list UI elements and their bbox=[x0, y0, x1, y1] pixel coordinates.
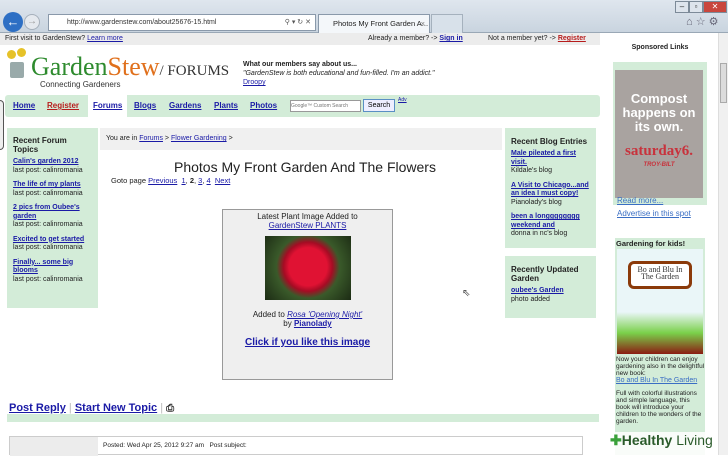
logo[interactable]: GardenStew/ FORUMS bbox=[31, 52, 229, 82]
start-new-topic-button[interactable]: Start New Topic bbox=[75, 402, 157, 414]
sign-in-link[interactable]: Sign in bbox=[439, 35, 462, 42]
nav-photos[interactable]: Photos bbox=[250, 101, 277, 110]
vertical-scrollbar[interactable] bbox=[718, 33, 728, 455]
book-link[interactable]: Bo and Blu In The Garden bbox=[615, 377, 705, 384]
pagination: Goto page Previous 1, 2, 3, 4 Next bbox=[111, 176, 231, 185]
list-item[interactable]: Calin's garden 2012 last post: calinroman… bbox=[13, 158, 92, 175]
post-actions: Post Reply | Start New Topic | ⎙ bbox=[9, 402, 175, 414]
new-tab-button[interactable] bbox=[431, 14, 463, 33]
testimonial: What our members say about us... "Garden… bbox=[243, 61, 435, 86]
main-nav: Home Register Forums Blogs Gardens Plant… bbox=[5, 95, 600, 117]
nav-home[interactable]: Home bbox=[13, 101, 35, 110]
list-item[interactable]: A Visit to Chicago...and an idea I must … bbox=[511, 182, 590, 208]
post-reply-button[interactable]: Post Reply bbox=[9, 402, 66, 414]
breadcrumb-forums[interactable]: Forums bbox=[139, 135, 163, 142]
kids-book-ad: Gardening for kids! Bo and Blu In The Ga… bbox=[615, 238, 705, 455]
maximize-icon[interactable]: ▫ bbox=[689, 1, 703, 13]
sponsored-ad[interactable]: Compost happens on its own. saturday6. T… bbox=[613, 62, 707, 205]
sponsored-title: Sponsored Links bbox=[631, 44, 689, 51]
breadcrumb: You are in Forums > Flower Gardening > bbox=[100, 128, 502, 150]
list-item[interactable]: Male pileated a first visit. Kildale's bl… bbox=[511, 150, 590, 176]
recently-updated-garden: Recently Updated Garden oubee's Garden ph… bbox=[505, 256, 596, 318]
minimize-icon[interactable]: – bbox=[675, 1, 689, 13]
browser-tab[interactable]: Photos My Front Garden A... × bbox=[318, 14, 430, 33]
book-cover-image[interactable]: Bo and Blu In The Garden bbox=[617, 249, 703, 354]
top-bar: First visit to GardenStew? Learn more Al… bbox=[0, 33, 600, 45]
list-item[interactable]: oubee's Garden photo added bbox=[511, 287, 590, 304]
search-input[interactable] bbox=[290, 100, 361, 112]
divider-bar bbox=[7, 414, 599, 422]
page-4[interactable]: 4 bbox=[207, 176, 211, 185]
plants-link[interactable]: GardenStew PLANTS bbox=[223, 221, 392, 230]
tagline: Connecting Gardeners bbox=[40, 80, 121, 89]
address-bar[interactable]: http://www.gardenstew.com/about25676-15.… bbox=[48, 14, 316, 31]
nav-blogs[interactable]: Blogs bbox=[134, 101, 156, 110]
search-refresh-icons[interactable]: ⚲ ▾ ↻ ✕ bbox=[285, 18, 311, 26]
nav-plants[interactable]: Plants bbox=[214, 101, 238, 110]
page-title: Photos My Front Garden And The Flowers bbox=[174, 159, 436, 175]
page-next[interactable]: Next bbox=[215, 176, 230, 185]
plus-icon: ✚ bbox=[610, 432, 622, 448]
list-item[interactable]: 2 pics from Oubee's garden last post: cal… bbox=[13, 204, 92, 230]
healthy-living-watermark: ✚Healthy Living bbox=[608, 432, 728, 455]
testimonial-author-link[interactable]: Droopy bbox=[243, 79, 266, 86]
nav-register[interactable]: Register bbox=[47, 101, 79, 110]
post-meta: Posted: Wed Apr 25, 2012 9:27 am Post su… bbox=[103, 442, 247, 449]
advertise-link[interactable]: Advertise in this spot bbox=[617, 209, 691, 218]
page-1[interactable]: 1 bbox=[181, 176, 185, 185]
page-3[interactable]: 3 bbox=[198, 176, 202, 185]
recent-forum-topics: Recent Forum Topics Calin's garden 2012 l… bbox=[7, 128, 98, 308]
mouse-cursor-icon: ⇖ bbox=[462, 288, 471, 299]
advanced-search-link[interactable]: Adv bbox=[398, 97, 407, 103]
search-button[interactable]: Search bbox=[363, 99, 395, 112]
breadcrumb-section[interactable]: Flower Gardening bbox=[171, 135, 227, 142]
read-more-link[interactable]: Read more... bbox=[617, 196, 663, 205]
close-window-icon[interactable]: ✕ bbox=[703, 1, 727, 13]
post-container: Posted: Wed Apr 25, 2012 9:27 am Post su… bbox=[9, 436, 583, 456]
nav-forums[interactable]: Forums bbox=[88, 95, 128, 117]
learn-more-link[interactable]: Learn more bbox=[87, 35, 123, 42]
recent-blog-entries: Recent Blog Entries Male pileated a firs… bbox=[505, 128, 596, 248]
user-link[interactable]: Pianolady bbox=[294, 319, 332, 328]
list-item[interactable]: Excited to get started last post: calinro… bbox=[13, 236, 92, 253]
page-previous[interactable]: Previous bbox=[148, 176, 177, 185]
rose-photo[interactable] bbox=[264, 236, 351, 300]
page-2-current: 2 bbox=[189, 176, 194, 185]
plant-link[interactable]: Rosa 'Opening Night' bbox=[287, 310, 362, 319]
like-image-link[interactable]: Click if you like this image bbox=[223, 337, 392, 348]
side-panel-handle[interactable] bbox=[0, 100, 4, 150]
print-icon[interactable]: ⎙ bbox=[166, 403, 174, 414]
list-item[interactable]: The life of my plants last post: calinrom… bbox=[13, 181, 92, 198]
plant-image-box: Latest Plant Image Added to GardenStew P… bbox=[222, 209, 393, 380]
close-tab-icon[interactable]: × bbox=[421, 19, 425, 28]
back-button[interactable]: ← bbox=[3, 12, 23, 32]
list-item[interactable]: been a longggggggg weekend and donna in n… bbox=[511, 213, 590, 239]
list-item[interactable]: Finally... some big blooms last post: cal… bbox=[13, 259, 92, 285]
logo-flowerpot-icon bbox=[6, 48, 28, 80]
register-link[interactable]: Register bbox=[558, 35, 586, 42]
forward-button[interactable]: → bbox=[24, 14, 40, 30]
home-star-gear-icons[interactable]: ⌂ ☆ ⚙ bbox=[686, 15, 718, 28]
nav-gardens[interactable]: Gardens bbox=[169, 101, 201, 110]
